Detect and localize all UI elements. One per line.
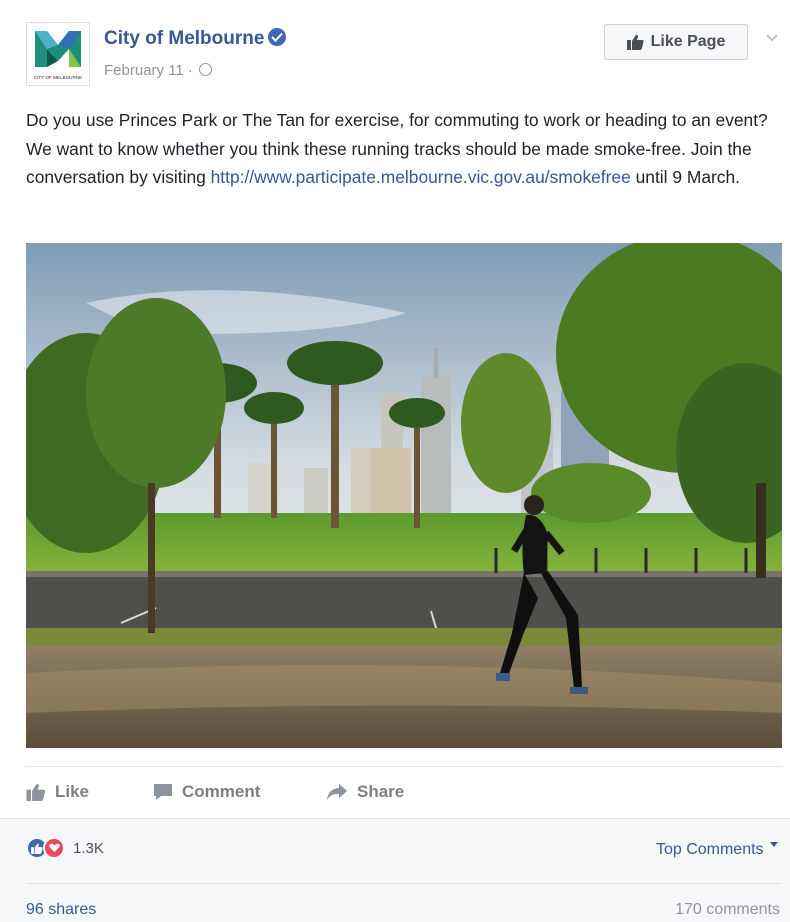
reaction-count: 1.3K [73, 839, 104, 857]
verified-badge-icon [268, 28, 287, 46]
footer-divider [26, 883, 782, 884]
page-avatar[interactable]: CITY OF MELBOURNE [26, 22, 90, 86]
post-link[interactable]: http://www.participate.melbourne.vic.gov… [211, 167, 631, 187]
comment-label: Comment [182, 782, 261, 801]
heart-icon [43, 837, 65, 859]
chevron-down-icon[interactable] [764, 30, 780, 46]
logo-caption: CITY OF MELBOURNE [34, 75, 82, 80]
post-photo[interactable] [26, 243, 782, 748]
comment-button[interactable]: Comment [153, 782, 260, 802]
page-name-link[interactable]: City of Melbourne [104, 28, 264, 49]
post-text: Do you use Princes Park or The Tan for e… [26, 106, 776, 192]
thumbs-up-icon [626, 34, 644, 50]
globe-icon [199, 63, 213, 76]
post-footer: 1.3K Top Comments 96 shares 170 comments [0, 818, 790, 922]
city-of-melbourne-logo: CITY OF MELBOURNE [34, 31, 82, 80]
shares-count[interactable]: 96 shares [26, 901, 96, 919]
thumbs-up-icon [26, 783, 46, 801]
post-date[interactable]: February 11 [104, 62, 184, 79]
post-text-part2: until 9 March. [630, 167, 740, 187]
park-runner-photo [26, 243, 782, 748]
like-button[interactable]: Like [26, 782, 89, 802]
like-page-label: Like Page [650, 33, 726, 50]
comment-bubble-icon [154, 784, 172, 800]
reactions-summary[interactable]: 1.3K [26, 837, 104, 859]
share-button[interactable]: Share [326, 782, 404, 802]
top-comments-dropdown[interactable]: Top Comments [656, 841, 778, 859]
action-bar: Like Comment Share [26, 766, 782, 818]
page-name[interactable]: City of Melbourne [104, 28, 287, 50]
share-label: Share [357, 782, 405, 801]
share-arrow-icon [327, 784, 347, 800]
comments-count[interactable]: 170 comments [675, 901, 780, 919]
meta-separator: · [183, 62, 198, 79]
top-comments-label: Top Comments [655, 841, 764, 858]
caret-down-icon [770, 842, 778, 847]
post-meta: February 11 · [104, 62, 213, 79]
post-header: CITY OF MELBOURNE City of Melbourne Febr… [26, 22, 778, 92]
like-label: Like [55, 782, 90, 801]
like-page-button[interactable]: Like Page [604, 24, 748, 60]
